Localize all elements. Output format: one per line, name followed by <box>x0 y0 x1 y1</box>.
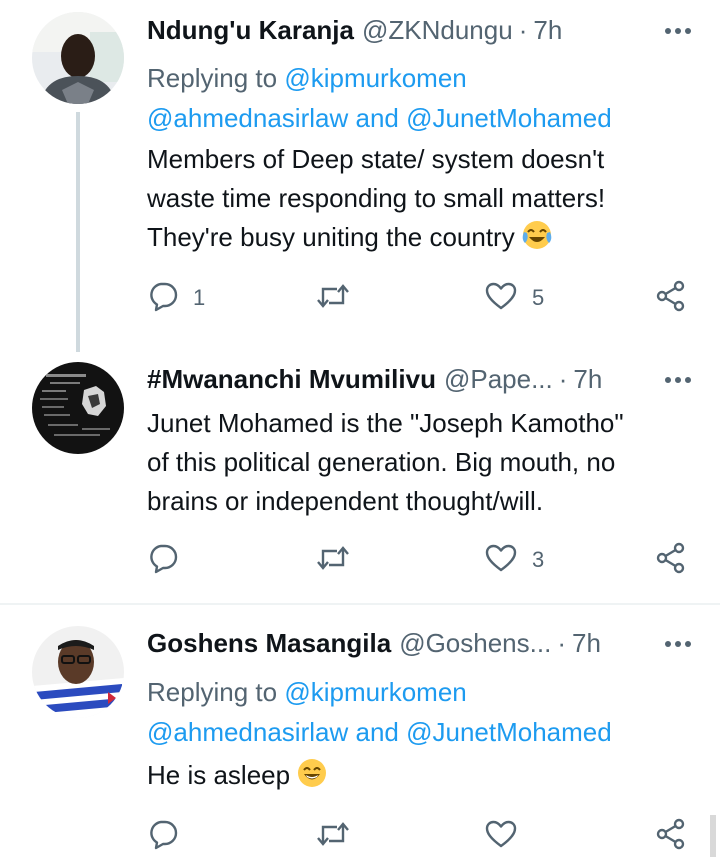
share-button[interactable] <box>655 816 687 856</box>
grinning-face-with-smiling-eyes-icon <box>296 757 328 789</box>
tweet-header: Ndung'u Karanja @ZKNdungu · 7h <box>147 10 647 50</box>
separator: · <box>558 363 568 394</box>
share-icon <box>655 280 687 317</box>
tweet-actions: 3 <box>147 540 692 580</box>
retweet-icon <box>315 818 351 855</box>
avatar[interactable] <box>32 362 124 454</box>
user-name[interactable]: #Mwananchi Mvumilivu <box>147 364 436 395</box>
text-line: He is asleep <box>147 760 291 790</box>
text-line: of this political generation. Big mouth,… <box>147 447 616 477</box>
tweet-actions: 1 5 <box>147 278 692 318</box>
reply-icon <box>147 280 179 317</box>
mention-link[interactable]: @ahmednasirlaw <box>147 103 348 133</box>
mention-link[interactable]: @kipmurkomen <box>284 677 466 707</box>
replying-prefix: Replying to <box>147 63 285 93</box>
more-icon[interactable] <box>658 629 698 659</box>
tweet-text: Junet Mohamed is the "Joseph Kamotho" of… <box>147 404 687 521</box>
tweet-text: He is asleep <box>147 756 687 795</box>
tweet-1[interactable]: Ndung'u Karanja @ZKNdungu · 7h Replying … <box>0 0 720 352</box>
replying-to: Replying to @kipmurkomen <box>147 672 467 712</box>
heart-icon <box>484 280 518 317</box>
reply-icon <box>147 542 179 579</box>
like-button[interactable]: 3 <box>484 540 544 580</box>
reply-and[interactable]: and <box>348 103 406 133</box>
user-name[interactable]: Goshens Masangila <box>147 628 391 659</box>
reply-button[interactable]: 1 <box>147 278 205 318</box>
like-button[interactable]: 5 <box>484 278 544 318</box>
user-handle[interactable]: @ZKNdungu <box>362 15 513 46</box>
mention-link[interactable]: @JunetMohamed <box>406 717 612 747</box>
text-line: waste time responding to small matters! <box>147 183 606 213</box>
like-count: 3 <box>532 547 545 572</box>
replying-prefix: Replying to <box>147 677 285 707</box>
heart-icon <box>484 818 518 855</box>
replying-to-cont: @ahmednasirlaw and @JunetMohamed <box>147 98 612 138</box>
replying-to: Replying to @kipmurkomen <box>147 58 467 98</box>
text-line: Members of Deep state/ system doesn't <box>147 144 605 174</box>
like-count: 5 <box>532 285 545 310</box>
retweet-button[interactable] <box>315 540 351 580</box>
avatar-photo <box>32 626 124 718</box>
reply-icon <box>147 818 179 855</box>
share-icon <box>655 542 687 579</box>
thread-line <box>76 112 80 352</box>
share-button[interactable] <box>655 278 687 318</box>
tweet-actions <box>147 816 692 856</box>
retweet-button[interactable] <box>315 278 351 318</box>
timestamp[interactable]: 7h <box>533 15 562 46</box>
separator: · <box>518 14 528 45</box>
retweet-icon <box>315 280 351 317</box>
text-line: They're busy uniting the country <box>147 222 515 252</box>
mention-link[interactable]: @JunetMohamed <box>406 103 612 133</box>
user-handle[interactable]: @Goshens... <box>399 628 551 659</box>
user-name[interactable]: Ndung'u Karanja <box>147 15 354 46</box>
text-line-with-emoji: They're busy uniting the country <box>147 218 687 257</box>
reply-count: 1 <box>193 285 206 310</box>
replying-to-cont: @ahmednasirlaw and @JunetMohamed <box>147 712 612 752</box>
text-line: brains or independent thought/will. <box>147 486 544 516</box>
mention-link[interactable]: @ahmednasirlaw <box>147 717 348 747</box>
face-with-tears-of-joy-icon <box>521 219 553 251</box>
mention-link[interactable]: @kipmurkomen <box>284 63 466 93</box>
like-button[interactable] <box>484 816 518 856</box>
text-line-with-emoji: He is asleep <box>147 756 687 795</box>
divider <box>0 603 720 605</box>
timestamp[interactable]: 7h <box>573 364 602 395</box>
tweet-header: Goshens Masangila @Goshens... · 7h <box>147 623 647 663</box>
separator: · <box>557 627 566 658</box>
text-line: Junet Mohamed is the "Joseph Kamotho" <box>147 408 624 438</box>
reply-button[interactable] <box>147 816 179 856</box>
timestamp[interactable]: 7h <box>572 628 601 659</box>
tweet-2[interactable]: #Mwananchi Mvumilivu @Pape... · 7h Junet… <box>0 352 720 604</box>
retweet-button[interactable] <box>315 816 351 856</box>
avatar-photo <box>32 12 124 104</box>
avatar[interactable] <box>32 626 124 718</box>
retweet-icon <box>315 542 351 579</box>
scrollbar-thumb[interactable] <box>710 815 716 857</box>
more-icon[interactable] <box>658 365 698 395</box>
avatar-photo <box>32 362 124 454</box>
heart-icon <box>484 542 518 579</box>
tweet-3[interactable]: Goshens Masangila @Goshens... · 7h Reply… <box>0 614 720 857</box>
reply-button[interactable] <box>147 540 179 580</box>
more-icon[interactable] <box>658 16 698 46</box>
share-button[interactable] <box>655 540 687 580</box>
tweet-text: Members of Deep state/ system doesn't wa… <box>147 140 687 257</box>
tweet-header: #Mwananchi Mvumilivu @Pape... · 7h <box>147 359 647 399</box>
share-icon <box>655 818 687 855</box>
user-handle[interactable]: @Pape... <box>444 364 553 395</box>
reply-and[interactable]: and <box>348 717 406 747</box>
avatar[interactable] <box>32 12 124 104</box>
